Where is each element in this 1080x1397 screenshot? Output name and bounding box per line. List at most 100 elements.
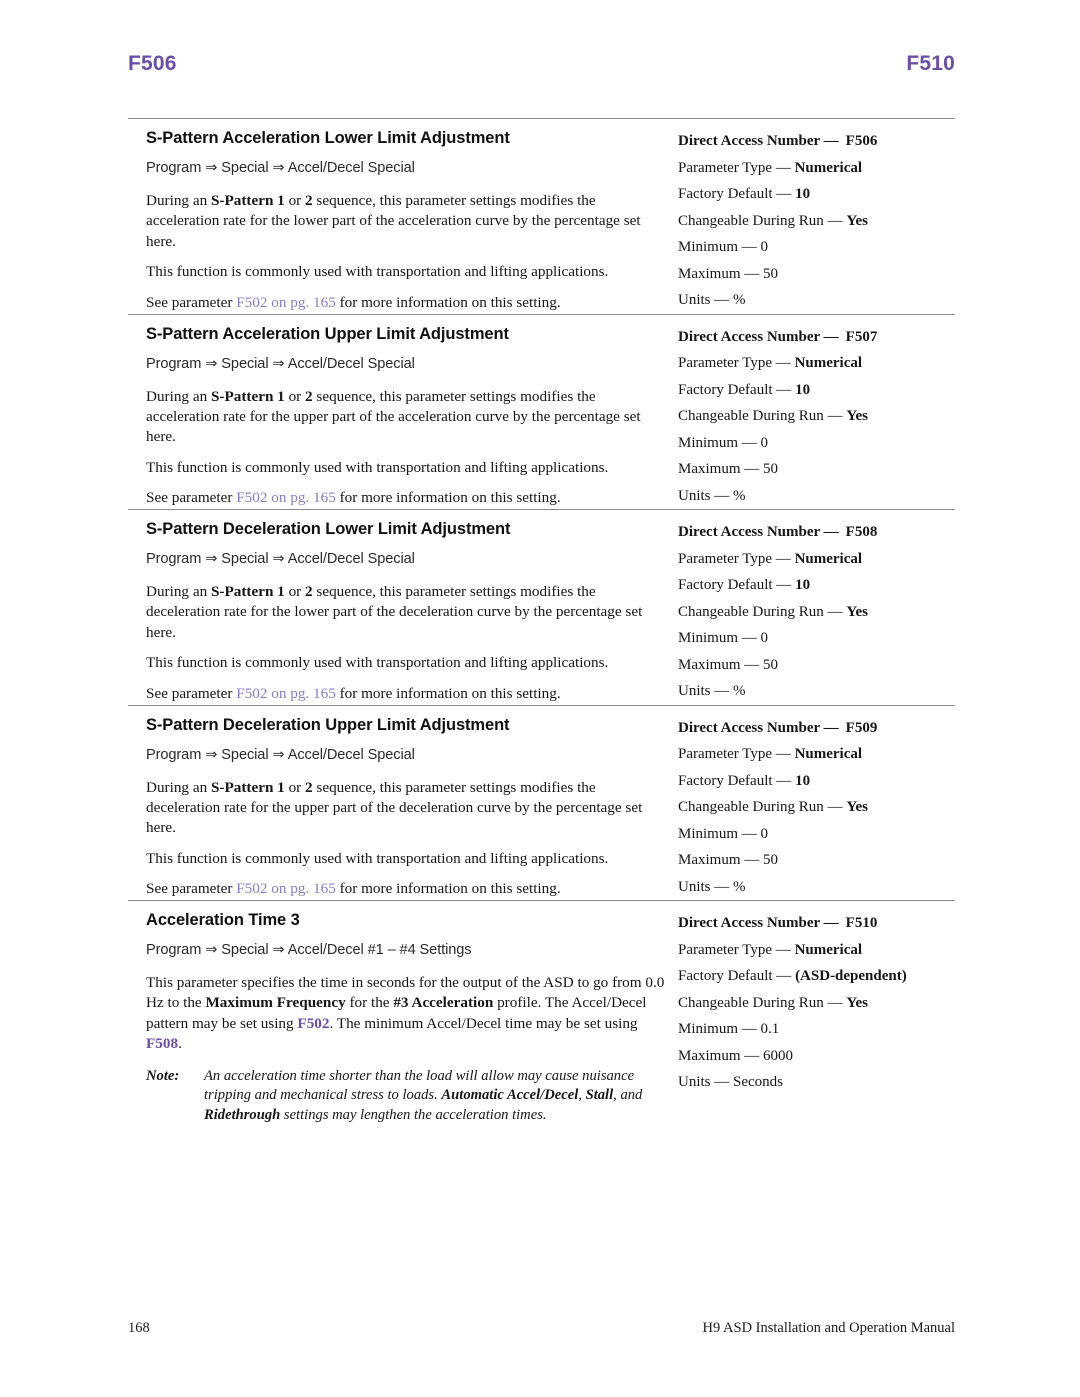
spec-value: Yes [846,408,868,424]
text-run-bold: S-Pattern 1 [210,192,285,209]
spec-changeable-during-run: Changeable During Run — Yes [678,794,955,821]
spec-list: Direct Access Number — F506 Parameter Typ… [678,128,955,314]
spec-label: Changeable During Run — [678,212,843,229]
text-run-bold: Stall [585,1087,614,1104]
text-run-bold: S-Pattern 1 [210,778,285,796]
spec-value: F507 [845,328,878,345]
spec-label: Maximum — [678,1047,760,1064]
spec-value: Numerical [794,941,863,958]
spec-units: Units — % [678,287,955,314]
usage-paragraph: This function is commonly used with tran… [146,849,609,867]
spec-list: Direct Access Number — F510 Parameter Typ… [678,910,955,1096]
spec-label: Factory Default — [678,772,792,789]
section-description-column: S-Pattern Acceleration Upper Limit Adjus… [128,324,668,509]
spec-label: Maximum — [678,461,760,477]
parameter-section-f508: S-Pattern Deceleration Lower Limit Adjus… [128,509,955,705]
section-description-column: Acceleration Time 3 Program ⇒ Special ⇒ … [128,910,668,1125]
spec-label: Direct Access Number — [678,524,839,540]
description-paragraph: During an S-Pattern 1 or 2 sequence, thi… [146,191,668,252]
spec-value: Numerical [794,550,863,567]
spec-units: Units — % [678,483,955,510]
parameter-section-f510: Acceleration Time 3 Program ⇒ Special ⇒ … [128,900,955,1125]
spec-value: 0 [760,239,769,255]
spec-label: Parameter Type — [678,159,791,176]
manual-page: F506 F510 S-Pattern Acceleration Lower L… [0,0,1080,1397]
page-title: S-Pattern Deceleration Lower Limit Adjus… [146,520,511,538]
text-run: for the [345,994,394,1012]
crossref-paragraph: See parameter F502 on pg. 165 for more i… [146,879,668,899]
cross-reference-link[interactable]: F502 on pg. 165 [236,685,336,702]
text-run: See parameter [146,684,237,702]
text-run-bold: 2 [305,778,313,796]
spec-label: Changeable During Run — [678,799,843,815]
spec-label: Maximum — [678,656,760,673]
spec-changeable-during-run: Changeable During Run — Yes [678,208,955,235]
spec-label: Units — [678,683,730,699]
spec-label: Units — [678,292,730,308]
spec-value: 10 [795,772,811,789]
spec-direct-access-number: Direct Access Number — F506 [678,128,955,155]
text-run-bold: 2 [305,192,313,209]
cross-reference-link[interactable]: F502 on pg. 165 [236,880,336,897]
note-block: Note: An acceleration time shorter than … [146,1067,668,1126]
menu-path: Program ⇒ Special ⇒ Accel/Decel #1 – #4 … [146,942,472,958]
text-run: settings may lengthen the acceleration t… [280,1106,547,1123]
section-spec-column: Direct Access Number — F507 Parameter Typ… [668,324,955,510]
parameter-section-f509: S-Pattern Deceleration Upper Limit Adjus… [128,704,955,901]
page-title: S-Pattern Deceleration Upper Limit Adjus… [146,715,510,734]
text-run-bold: 2 [305,387,313,405]
spec-label: Parameter Type — [678,355,791,371]
spec-label: Minimum — [678,239,757,255]
text-run: or [284,583,306,600]
text-run: or [284,387,306,405]
spec-value: 50 [763,265,778,282]
spec-value: Yes [846,994,868,1011]
text-run-bold: Ridethrough [204,1106,281,1123]
running-head-right: F510 [906,52,955,75]
spec-label: Factory Default — [678,381,792,398]
page-title: Acceleration Time 3 [146,911,300,929]
spec-value: % [733,292,746,308]
text-run: , and [613,1087,643,1104]
spec-label: Parameter Type — [678,941,791,958]
spec-changeable-during-run: Changeable During Run — Yes [678,599,955,626]
spec-factory-default: Factory Default — (ASD-dependent) [678,963,955,990]
spec-parameter-type: Parameter Type — Numerical [678,546,955,573]
text-run: During an [146,583,211,600]
spec-value: (ASD-dependent) [795,968,907,984]
cross-reference-link-f502[interactable]: F502 [297,1015,329,1032]
section-spec-column: Direct Access Number — F510 Parameter Typ… [668,910,955,1096]
spec-value: 50 [763,852,778,868]
spec-label: Changeable During Run — [678,408,843,424]
text-run: for more information on this setting. [335,293,561,311]
spec-value: 10 [795,577,811,593]
text-run: or [284,778,306,796]
menu-path: Program ⇒ Special ⇒ Accel/Decel Special [146,355,415,372]
text-run: See parameter [146,489,237,507]
spec-factory-default: Factory Default — 10 [678,181,955,208]
usage-paragraph: This function is commonly used with tran… [146,263,609,281]
spec-label: Changeable During Run — [678,994,843,1011]
cross-reference-link-f508[interactable]: F508 [146,1035,178,1052]
description-paragraph: During an S-Pattern 1 or 2 sequence, thi… [146,778,668,839]
text-run: . [178,1035,182,1053]
section-description-column: S-Pattern Deceleration Lower Limit Adjus… [128,519,668,704]
text-run: or [284,192,306,209]
spec-maximum: Maximum — 50 [678,847,955,874]
text-run-bold: S-Pattern 1 [210,387,285,405]
spec-value: Seconds [733,1074,784,1090]
cross-reference-link[interactable]: F502 on pg. 165 [236,294,336,311]
spec-label: Minimum — [678,825,757,842]
spec-value: 50 [763,656,778,673]
text-run: See parameter [146,880,237,898]
description-paragraph: This parameter specifies the time in sec… [146,973,668,1055]
cross-reference-link[interactable]: F502 on pg. 165 [236,489,336,506]
spec-label: Parameter Type — [678,550,791,567]
spec-label: Direct Access Number — [678,133,839,149]
crossref-paragraph: See parameter F502 on pg. 165 for more i… [146,293,668,313]
spec-minimum: Minimum — 0 [678,821,955,848]
menu-path: Program ⇒ Special ⇒ Accel/Decel Special [146,551,415,567]
text-run-bold: 2 [305,583,313,600]
spec-value: 0 [760,630,769,646]
spec-value: 0 [760,434,769,451]
